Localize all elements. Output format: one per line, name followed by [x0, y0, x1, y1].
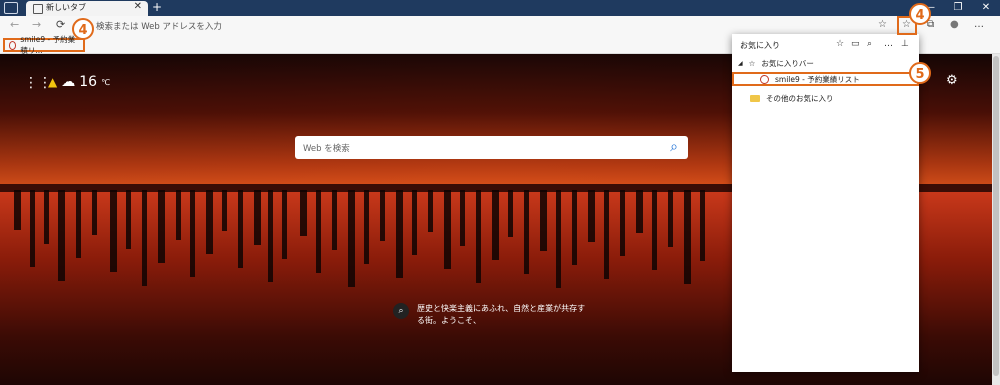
- image-caption[interactable]: ⌕ 歴史と快楽主義にあふれ、自然と産業が共存する街。ようこそ、: [393, 303, 587, 327]
- star-icon: ☆: [748, 58, 756, 68]
- caption-text: 歴史と快楽主義にあふれ、自然と産業が共存する街。ようこそ、: [417, 304, 586, 325]
- folder-icon: [750, 94, 760, 102]
- bookmark-item[interactable]: smile9 - 予約業積リ...: [3, 35, 85, 55]
- pier-post: [460, 190, 465, 246]
- search-icon[interactable]: ⌕: [670, 139, 678, 155]
- cloud-icon: ☁: [61, 74, 76, 90]
- pier-post: [380, 190, 385, 241]
- pier-post: [158, 190, 165, 263]
- scrollbar[interactable]: [992, 54, 1000, 385]
- bookmark-label: smile9 - 予約業積リ...: [20, 35, 76, 55]
- pier-post: [492, 190, 499, 260]
- pin-icon[interactable]: ⊥: [901, 39, 909, 49]
- weather-unit: ℃: [101, 77, 111, 87]
- tab-label: 新しいタブ: [46, 3, 86, 12]
- close-icon[interactable]: ✕: [134, 1, 142, 12]
- add-favorite-icon[interactable]: ☆: [836, 39, 844, 49]
- address-placeholder: 検索または Web アドレスを入力: [96, 22, 222, 32]
- pier-post: [476, 190, 481, 283]
- add-favorite-icon[interactable]: ☆: [878, 19, 887, 30]
- pier-post: [110, 190, 117, 272]
- pier-post: [222, 190, 227, 231]
- favorite-item-label: smile9 - 予約業績リスト: [775, 74, 860, 84]
- pier-post: [44, 190, 49, 244]
- pier-post: [604, 190, 609, 279]
- pier-post: [190, 190, 195, 277]
- pier-post: [652, 190, 657, 270]
- pier-post: [316, 190, 321, 273]
- step-4-badge: 4: [909, 3, 931, 25]
- pier-post: [76, 190, 81, 258]
- pier-post: [540, 190, 547, 251]
- site-icon: [9, 40, 17, 50]
- pier-post: [364, 190, 369, 264]
- pier-post: [206, 190, 213, 254]
- step-4-badge: 4: [72, 18, 94, 40]
- pier-post: [412, 190, 417, 255]
- pier-post: [92, 190, 97, 235]
- forward-button[interactable]: →: [32, 18, 41, 31]
- other-favorites-label: その他のお気に入り: [766, 93, 834, 103]
- pier-post: [508, 190, 513, 237]
- favorites-bar-folder[interactable]: ◢ ☆ お気に入りバー: [732, 56, 925, 70]
- pier-post: [238, 190, 243, 268]
- pier-post: [396, 190, 403, 278]
- pier-post: [428, 190, 433, 232]
- pier-post: [58, 190, 65, 281]
- profile-icon[interactable]: ●: [950, 19, 959, 30]
- pier-post: [588, 190, 595, 242]
- pier-post: [636, 190, 643, 233]
- pier-post: [332, 190, 337, 250]
- refresh-button[interactable]: ⟳: [56, 18, 65, 31]
- search-icon[interactable]: ⌕: [867, 39, 872, 49]
- back-button[interactable]: ←: [10, 18, 19, 31]
- title-bar: [0, 0, 1000, 16]
- pier-post: [30, 190, 35, 267]
- new-tab-button[interactable]: +: [152, 0, 162, 14]
- favorites-panel: お気に入り ☆ ▭ ⌕ … ⊥ ◢ ☆ お気に入りバー smile9 - 予約業…: [732, 34, 919, 372]
- pier-post: [14, 190, 21, 230]
- search-placeholder: Web を検索: [303, 144, 350, 154]
- pier-post: [142, 190, 147, 286]
- address-bar[interactable]: 検索または Web アドレスを入力: [88, 18, 873, 34]
- tab-new-tab[interactable]: 新しいタブ ✕: [26, 1, 148, 16]
- weather-widget[interactable]: ▲ ☁ 16 ℃: [48, 74, 110, 90]
- pier-post: [444, 190, 451, 269]
- pier-post: [268, 190, 273, 282]
- pier-post: [556, 190, 561, 288]
- step-5-badge: 5: [909, 62, 931, 84]
- scrollbar-thumb[interactable]: [993, 56, 999, 376]
- favorite-item[interactable]: smile9 - 予約業績リスト: [732, 72, 919, 86]
- warning-icon: ▲: [48, 75, 58, 89]
- window-icon[interactable]: [4, 2, 18, 14]
- other-favorites-folder[interactable]: その他のお気に入り: [732, 91, 937, 105]
- page-icon: [33, 4, 43, 14]
- panel-title: お気に入り: [740, 41, 780, 50]
- pier-post: [348, 190, 355, 287]
- close-window-button[interactable]: ✕: [972, 0, 1000, 16]
- pier-post: [300, 190, 307, 236]
- expand-icon: ◢: [738, 59, 743, 67]
- more-icon[interactable]: …: [884, 39, 893, 49]
- add-folder-icon[interactable]: ▭: [851, 39, 860, 49]
- search-icon[interactable]: ⌕: [393, 303, 409, 319]
- pier-post: [572, 190, 577, 265]
- pier-post: [620, 190, 625, 256]
- settings-icon[interactable]: ⚙: [946, 73, 958, 88]
- pier-post: [684, 190, 691, 284]
- weather-temperature: 16: [79, 74, 98, 90]
- pier-post: [254, 190, 261, 245]
- site-icon: [760, 74, 769, 84]
- pier-post: [668, 190, 673, 247]
- favorites-bar-label: お気に入りバー: [761, 58, 814, 68]
- more-icon[interactable]: …: [974, 19, 984, 30]
- pier-post: [524, 190, 529, 274]
- pier-post: [176, 190, 181, 240]
- restore-button[interactable]: ❐: [944, 0, 972, 16]
- pier-post: [700, 190, 705, 261]
- pier-post: [282, 190, 287, 259]
- pier-post: [126, 190, 131, 249]
- web-search-box[interactable]: Web を検索 ⌕: [295, 136, 688, 159]
